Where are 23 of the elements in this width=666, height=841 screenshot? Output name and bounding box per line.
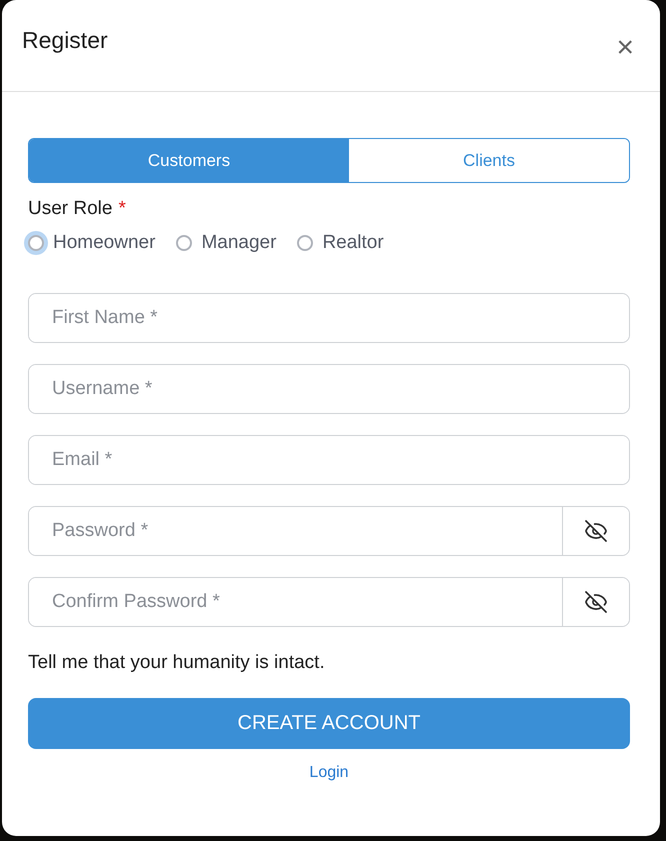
login-link[interactable]: Login	[309, 764, 349, 782]
input-field[interactable]: First Name *	[28, 293, 630, 343]
hide-password-button[interactable]	[562, 578, 629, 626]
password-field[interactable]: Confirm Password *	[28, 577, 630, 627]
eye-slash-icon	[584, 519, 608, 543]
radio-button[interactable]	[28, 235, 44, 251]
tab[interactable]: Customers	[29, 139, 349, 182]
captcha-prompt: Tell me that your humanity is intact.	[28, 652, 326, 674]
radio-label[interactable]: Manager	[201, 232, 276, 254]
radio-button[interactable]	[297, 235, 314, 251]
field-label: User Role	[28, 198, 112, 220]
input-field[interactable]: Username *	[28, 364, 630, 414]
radio-label[interactable]: Realtor	[322, 232, 384, 254]
required-mark: *	[118, 198, 126, 220]
radio-button[interactable]	[176, 235, 192, 251]
create-account-button[interactable]: CREATE ACCOUNT	[28, 698, 630, 749]
dialog-title: Register	[22, 27, 108, 54]
input-field[interactable]: Email *	[28, 435, 630, 485]
eye-slash-icon	[584, 590, 608, 614]
hide-password-button[interactable]	[562, 507, 629, 555]
close-button[interactable]: ×	[612, 35, 638, 61]
radio-label[interactable]: Homeowner	[53, 232, 156, 254]
password-field[interactable]: Password *	[28, 506, 630, 556]
